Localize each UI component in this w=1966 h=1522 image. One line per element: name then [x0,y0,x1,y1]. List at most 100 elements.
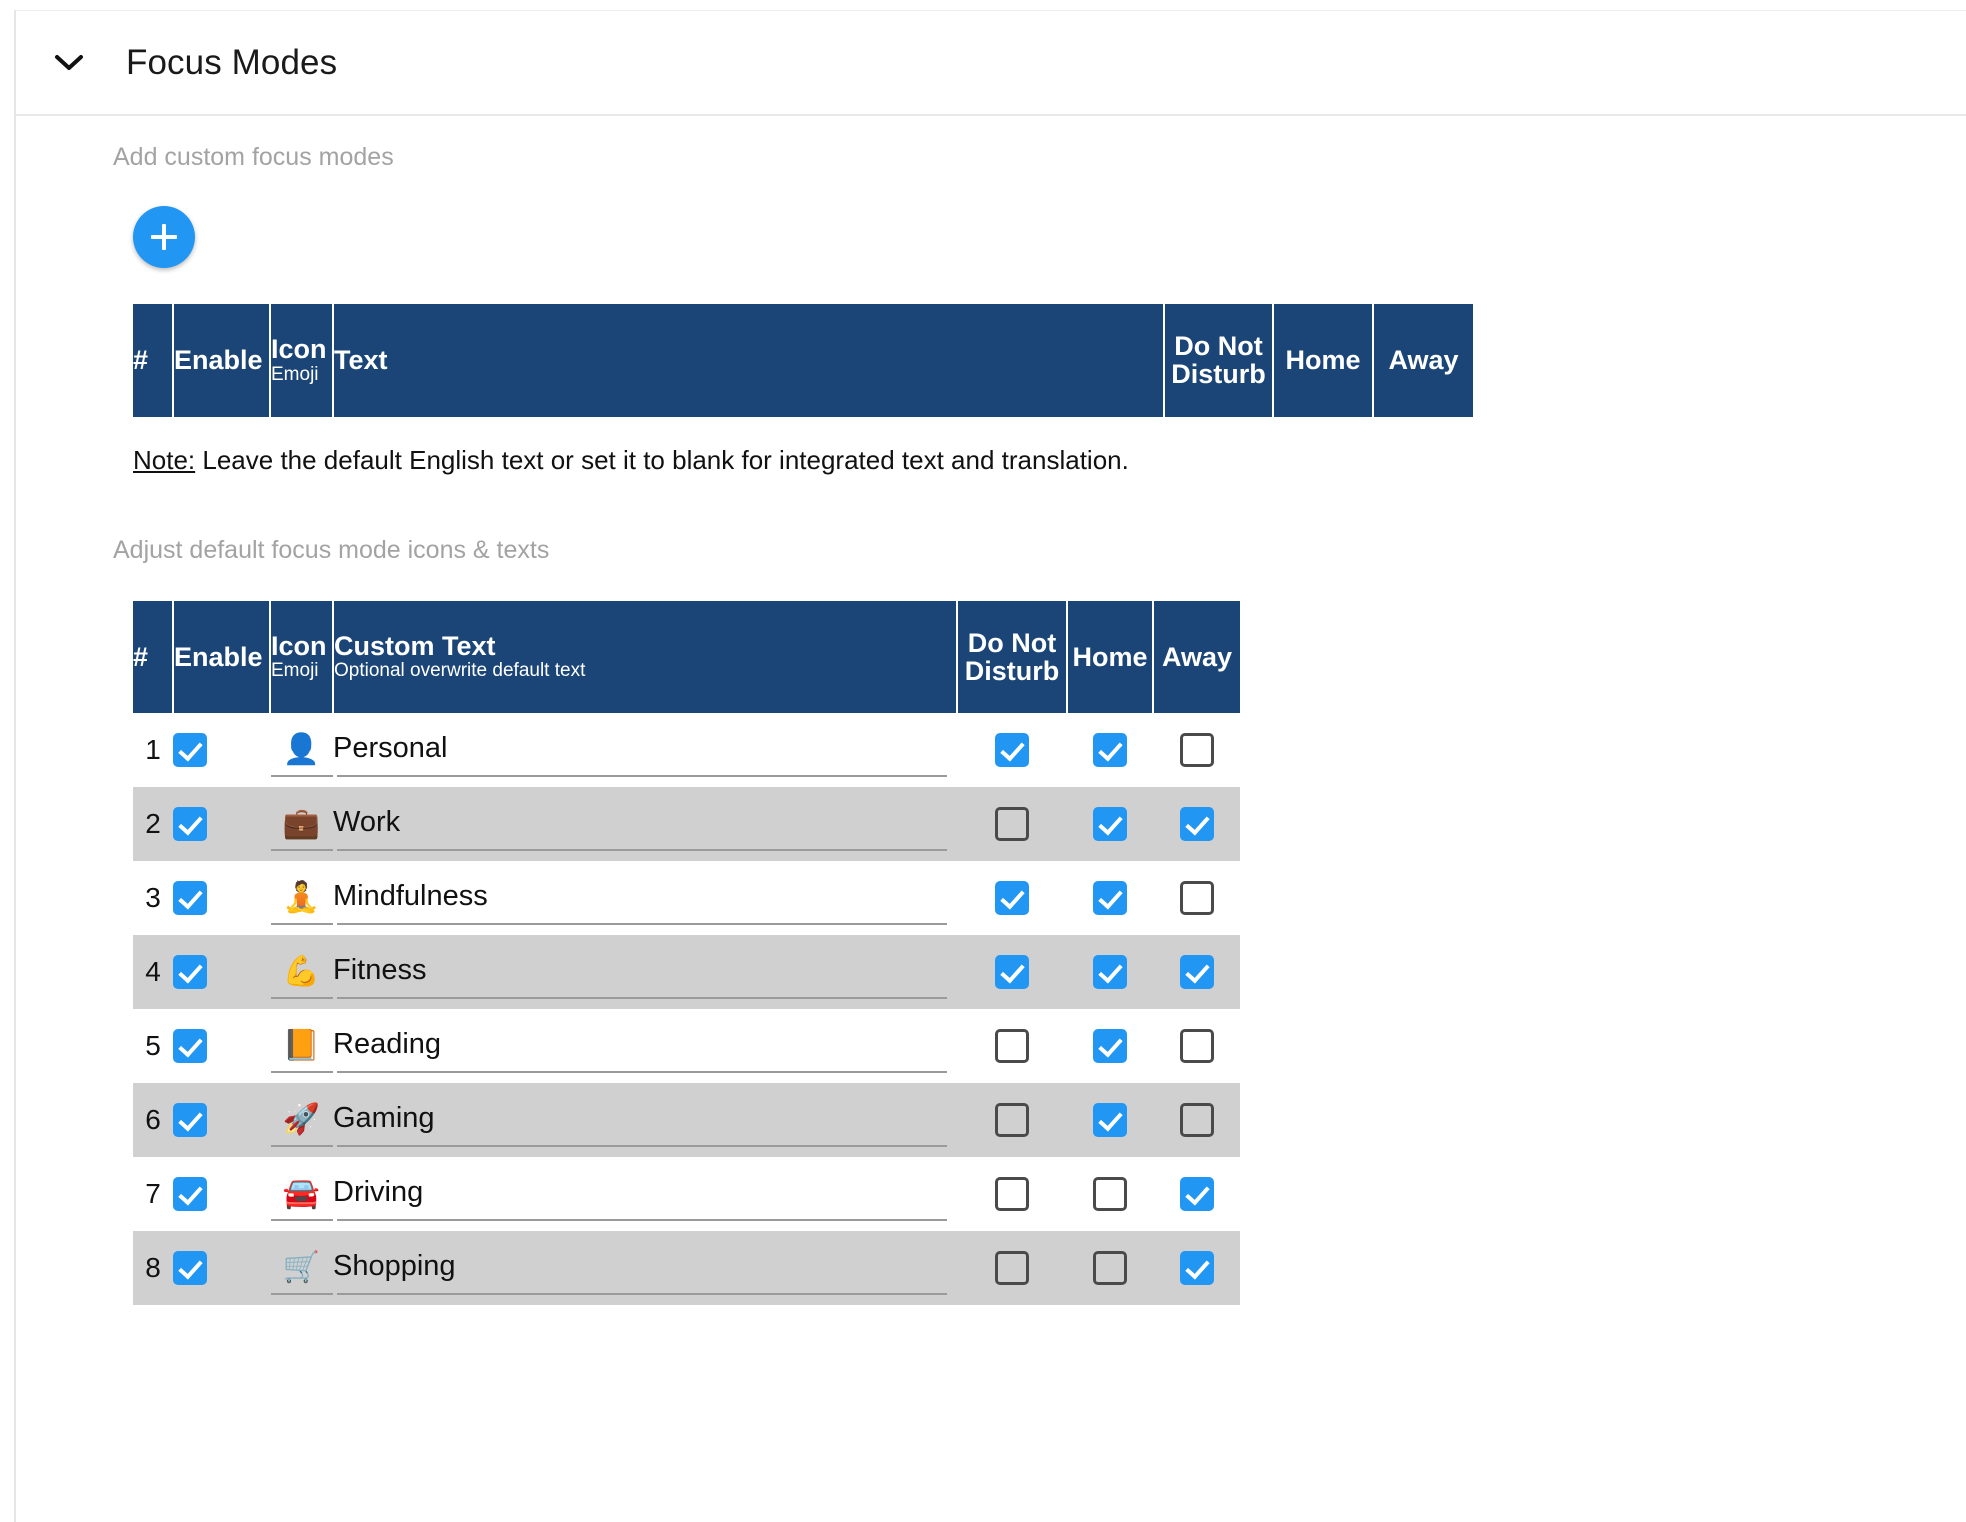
row-enable-cell [173,861,270,935]
custom-text-input[interactable]: Work [333,807,957,841]
table-row: 6 🚀 Gaming [133,1083,1240,1158]
custom-text-input[interactable]: Mindfulness [333,881,957,915]
text-field-underline [337,849,947,852]
row-custom-text-cell[interactable]: Gaming [333,1083,957,1157]
text-field-underline [337,923,947,926]
row-icon-cell[interactable]: 💪 [270,935,333,1009]
row-custom-text-cell[interactable]: Work [333,787,957,861]
enable-checkbox[interactable] [173,733,207,768]
bust-in-silhouette-icon[interactable]: 👤 [283,734,320,765]
row-enable-cell [173,1083,270,1157]
row-custom-text-cell[interactable]: Fitness [333,935,957,1009]
custom-text-input[interactable]: Gaming [333,1103,957,1137]
table-header-row: # Enable Icon Emoji [133,304,1473,417]
enable-checkbox[interactable] [173,1177,207,1212]
row-home-cell [1067,1231,1153,1305]
col-header-text: Text [333,304,1165,417]
row-icon-cell[interactable]: 🚘 [270,1157,333,1231]
custom-text-input[interactable]: Driving [333,1177,957,1211]
flexed-biceps-icon[interactable]: 💪 [283,956,320,987]
do-not-disturb-checkbox[interactable] [995,733,1029,768]
oncoming-automobile-icon[interactable]: 🚘 [283,1178,320,1209]
row-home-cell [1067,1009,1153,1083]
custom-focus-modes-table: # Enable Icon Emoji Text Do Not Disturb … [133,304,1473,417]
do-not-disturb-checkbox[interactable] [995,955,1029,990]
custom-text-input[interactable]: Reading [333,1029,957,1063]
row-dnd-cell [957,861,1067,935]
do-not-disturb-checkbox[interactable] [995,1177,1029,1212]
away-checkbox[interactable] [1179,1251,1214,1286]
row-custom-text-cell[interactable]: Personal [333,713,957,787]
panel-header[interactable]: Focus Modes [16,11,1966,116]
shopping-cart-icon[interactable]: 🛒 [283,1252,320,1283]
icon-field-underline [270,849,333,852]
col-header-do-not-disturb: Do Not Disturb [957,600,1068,714]
table-row: 4 💪 Fitness [133,935,1240,1010]
row-icon-cell[interactable]: 🧘 [270,861,333,935]
row-away-cell [1153,1157,1240,1231]
enable-checkbox[interactable] [173,1103,207,1138]
note-text: Note: Leave the default English text or … [133,445,1966,476]
do-not-disturb-checkbox[interactable] [995,1029,1029,1064]
home-checkbox[interactable] [1093,955,1127,990]
icon-field-underline [270,1219,333,1222]
text-field-underline [337,1219,947,1222]
briefcase-icon[interactable]: 💼 [283,808,320,839]
row-home-cell [1067,713,1153,787]
person-in-lotus-position-icon[interactable]: 🧘 [283,882,320,913]
home-checkbox[interactable] [1093,733,1127,768]
row-custom-text-cell[interactable]: Reading [333,1009,957,1083]
away-checkbox[interactable] [1179,807,1214,842]
custom-text-input[interactable]: Shopping [333,1251,957,1285]
row-icon-cell[interactable]: 🚀 [270,1083,333,1157]
text-field-underline [337,1293,947,1296]
away-checkbox[interactable] [1179,1103,1214,1138]
do-not-disturb-checkbox[interactable] [995,807,1029,842]
away-checkbox[interactable] [1179,1029,1214,1064]
home-checkbox[interactable] [1093,1103,1127,1138]
do-not-disturb-checkbox[interactable] [995,1103,1029,1138]
row-icon-cell[interactable]: 👤 [270,713,333,787]
custom-text-input[interactable]: Personal [333,733,957,767]
away-checkbox[interactable] [1179,881,1214,916]
orange-book-icon[interactable]: 📙 [283,1030,320,1061]
text-field-underline [337,1145,947,1148]
row-custom-text-cell[interactable]: Mindfulness [333,861,957,935]
row-away-cell [1153,713,1240,787]
home-checkbox[interactable] [1093,1029,1127,1064]
row-custom-text-cell[interactable]: Shopping [333,1231,957,1305]
table-row: 5 📙 Reading [133,1009,1240,1083]
col-header-number: # [133,304,174,417]
away-checkbox[interactable] [1179,955,1214,990]
chevron-down-icon[interactable] [42,53,96,73]
custom-text-input[interactable]: Fitness [333,955,957,989]
row-dnd-cell [957,1157,1067,1231]
row-icon-cell[interactable]: 📙 [270,1009,333,1083]
away-checkbox[interactable] [1179,733,1214,768]
home-checkbox[interactable] [1093,1251,1127,1286]
row-icon-cell[interactable]: 💼 [270,787,333,861]
row-dnd-cell [957,1231,1067,1305]
table-row: 7 🚘 Driving [133,1157,1240,1231]
row-icon-cell[interactable]: 🛒 [270,1231,333,1305]
icon-field-underline [270,997,333,1000]
note-body: Leave the default English text or set it… [195,444,1129,475]
rocket-icon[interactable]: 🚀 [283,1104,320,1135]
enable-checkbox[interactable] [173,807,207,842]
away-checkbox[interactable] [1179,1177,1214,1212]
enable-checkbox[interactable] [173,881,207,916]
note-prefix: Note: [133,444,196,475]
enable-checkbox[interactable] [173,1251,207,1286]
do-not-disturb-checkbox[interactable] [995,1251,1029,1286]
enable-checkbox[interactable] [173,1029,207,1064]
add-custom-focus-mode-button[interactable] [133,206,195,268]
icon-field-underline [270,923,333,926]
home-checkbox[interactable] [1093,1177,1127,1212]
enable-checkbox[interactable] [173,955,207,990]
home-checkbox[interactable] [1093,807,1127,842]
home-checkbox[interactable] [1093,881,1127,916]
do-not-disturb-checkbox[interactable] [995,881,1029,916]
row-custom-text-cell[interactable]: Driving [333,1157,957,1231]
row-enable-cell [173,935,270,1009]
custom-section-label: Add custom focus modes [113,143,394,171]
